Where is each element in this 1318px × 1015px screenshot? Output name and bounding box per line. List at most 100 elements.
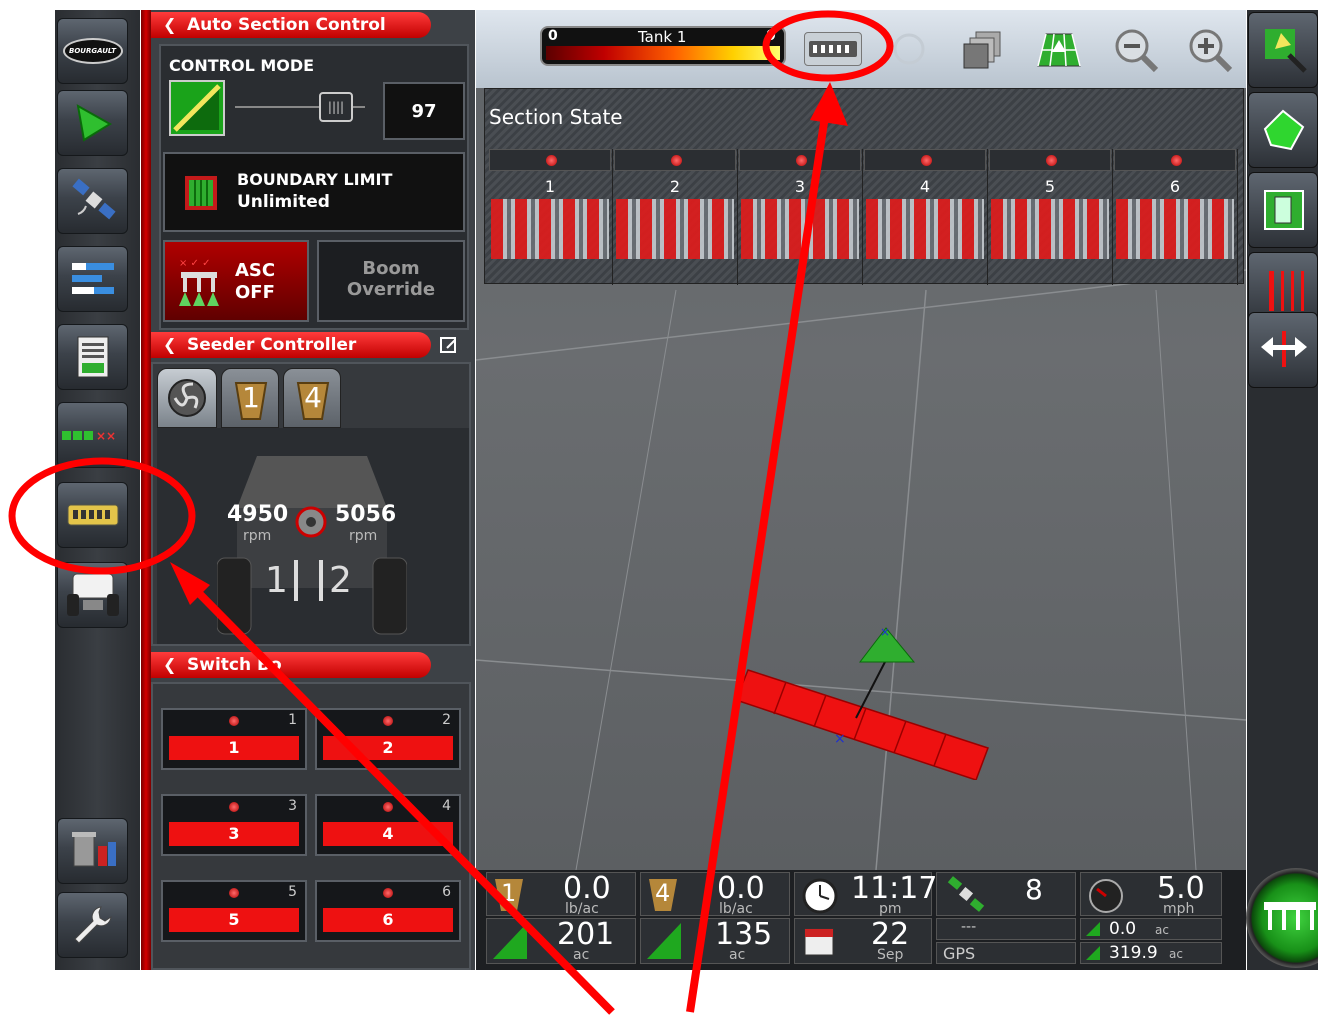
map-3d-view-icon[interactable] <box>1036 28 1082 70</box>
nudge-button[interactable] <box>1248 312 1318 388</box>
fan-icon <box>168 379 206 417</box>
section-indicator <box>864 149 986 171</box>
switchbox-button[interactable] <box>57 482 128 548</box>
headland-field-icon <box>1264 190 1304 230</box>
boundary-limit-button[interactable]: BOUNDARY LIMIT Unlimited <box>163 152 465 232</box>
section-switch-2[interactable]: 22 <box>315 708 461 770</box>
asc-state: OFF <box>235 282 275 303</box>
boom-override-line2: Override <box>346 279 436 300</box>
clock-icon <box>802 878 838 914</box>
zoom-out-icon[interactable] <box>1112 26 1160 74</box>
brand-logo: BOURGAULT <box>62 38 123 64</box>
tank-level-gauge: 0 Tank 1 9 <box>540 26 786 66</box>
asc-toggle-button[interactable]: × ✓ ✓ ASC OFF <box>163 240 309 322</box>
fan-tab[interactable] <box>157 368 217 428</box>
seeder-view: 4950 rpm 5056 rpm 1 2 <box>157 428 469 644</box>
asc-panel-title[interactable]: ❮ Auto Section Control <box>151 12 431 38</box>
guidance-button[interactable] <box>57 90 128 156</box>
section-openers <box>1116 199 1234 259</box>
asc-panel: CONTROL MODE |||| 97 BOUNDARY LIMIT Unli… <box>159 44 469 330</box>
report-button[interactable] <box>57 324 128 390</box>
section-openers <box>866 199 984 259</box>
area1-cell[interactable]: 201 ac <box>486 917 636 964</box>
boom-override-button[interactable]: Boom Override <box>317 240 465 322</box>
headland-button[interactable] <box>1248 172 1318 248</box>
section-view-button[interactable] <box>804 32 862 66</box>
satellite-count: 8 <box>1025 873 1043 906</box>
switchbox-panel: 112233445566 <box>151 682 471 970</box>
boundary-button[interactable] <box>1248 92 1318 168</box>
rate2-unit: lb/ac <box>719 901 753 917</box>
section-column[interactable]: 4 <box>864 149 988 285</box>
implement-sections-icon <box>809 41 857 57</box>
collapse-arrow-icon: ❮ <box>163 15 177 34</box>
speed-cell: 5.0 mph <box>1080 871 1222 917</box>
section-switch-5[interactable]: 55 <box>161 880 307 942</box>
layers-button[interactable] <box>57 246 128 312</box>
boundary-limit-label: BOUNDARY LIMIT <box>237 170 393 189</box>
section-indicator <box>739 149 861 171</box>
cart-button[interactable] <box>57 562 128 628</box>
map-top-toolbar: 0 Tank 1 9 <box>476 10 1246 88</box>
zoom-in-icon[interactable] <box>1186 26 1234 74</box>
section-column[interactable]: 6 <box>1114 149 1238 285</box>
section-switch-6[interactable]: 66 <box>315 880 461 942</box>
section-switch-4[interactable]: 44 <box>315 794 461 856</box>
boundary-limit-value: Unlimited <box>237 192 330 212</box>
tank-tab-1[interactable]: 1 <box>221 368 279 428</box>
field-map[interactable]: 0 Tank 1 9 Section State 1 2 3 4 5 6 × × <box>476 10 1246 870</box>
section-column[interactable]: 3 <box>739 149 863 285</box>
fan-label-1: 1 <box>265 560 298 601</box>
settings-button[interactable] <box>57 892 128 958</box>
section-column[interactable]: 1 <box>489 149 613 285</box>
area-b-value: 319.9 <box>1109 943 1158 963</box>
switch-number: 4 <box>442 798 451 814</box>
control-mode-label: CONTROL MODE <box>169 56 315 75</box>
switchbox-icon <box>67 504 118 526</box>
section-switch-1[interactable]: 11 <box>161 708 307 770</box>
air-cart-icon <box>66 573 119 616</box>
switch-number: 3 <box>288 798 297 814</box>
coverage-slider-thumb[interactable]: |||| <box>319 92 353 122</box>
clock-cell: 11:17 pm <box>794 871 937 917</box>
section-status-button[interactable]: ×× <box>57 402 128 468</box>
compass-icon[interactable] <box>892 32 926 66</box>
switch-led <box>383 716 393 726</box>
switch-led <box>229 716 239 726</box>
tank-tab-4-label: 4 <box>304 381 322 414</box>
rate2-cell[interactable]: 4 0.0 lb/ac <box>640 871 790 917</box>
section-indicator <box>1114 149 1236 171</box>
coverage-mode-button[interactable] <box>169 80 225 136</box>
switch-number: 2 <box>442 712 451 728</box>
switch-led <box>229 888 239 898</box>
section-switch-3[interactable]: 33 <box>161 794 307 856</box>
stacked-layers-icon[interactable] <box>960 28 1006 70</box>
tank-tab-4[interactable]: 4 <box>283 368 341 428</box>
field-select-button[interactable] <box>1248 12 1318 88</box>
switchbox-panel-title[interactable]: ❮ Switch Bo <box>151 652 431 678</box>
rate1-cell[interactable]: 1 0.0 lb/ac <box>486 871 636 917</box>
brand-logo-button[interactable]: BOURGAULT <box>57 18 128 84</box>
gps-label-cell: GPS <box>936 942 1076 964</box>
switch-number: 6 <box>442 884 451 900</box>
satellite-cell[interactable]: 8 <box>936 872 1076 916</box>
side-panel-column: ❮ Auto Section Control CONTROL MODE ||||… <box>151 10 475 970</box>
tank-max: 9 <box>766 28 776 44</box>
section-indicator <box>489 149 611 171</box>
section-indicator <box>989 149 1111 171</box>
area-wedge-icon <box>647 923 681 959</box>
rate1-tab: 1 <box>501 879 517 907</box>
switch-bar: 1 <box>169 736 299 760</box>
section-column[interactable]: 2 <box>614 149 738 285</box>
seeder-panel-title[interactable]: ❮ Seeder Controller <box>151 332 431 358</box>
coverage-value-box[interactable]: 97 <box>383 82 465 140</box>
section-status-dot <box>546 155 557 166</box>
area2-cell[interactable]: 135 ac <box>640 917 790 964</box>
engage-button[interactable] <box>1246 866 1318 970</box>
usb-transfer-button[interactable] <box>57 818 128 884</box>
svg-text:×: × <box>834 731 846 747</box>
gps-satellite-button[interactable] <box>57 168 128 234</box>
trash-usb-icon <box>71 832 116 867</box>
section-column[interactable]: 5 <box>989 149 1113 285</box>
undock-icon[interactable] <box>439 336 459 356</box>
